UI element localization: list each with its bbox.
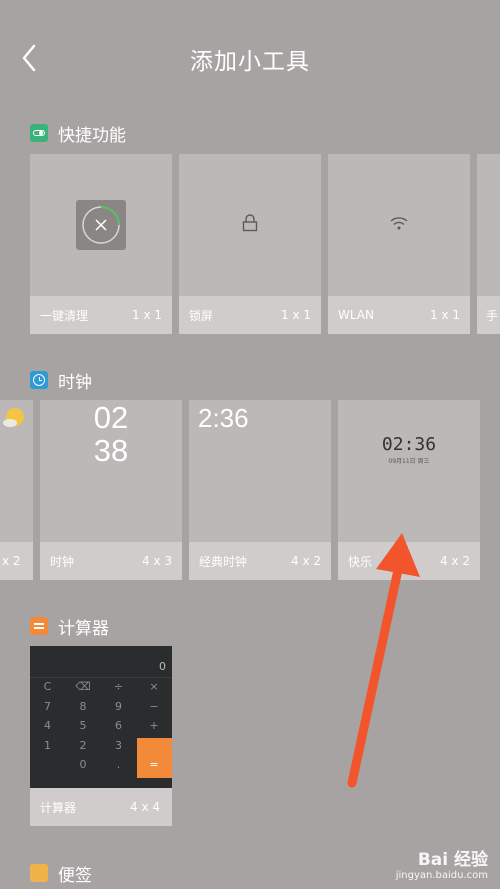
happy-clock-date: 09月11日 周三 [388,458,430,465]
top-bar: 添加小工具 [0,0,500,118]
widget-size: 4 x 3 [142,554,172,568]
widget-size: 4 x 4 [130,800,160,814]
widget-size: 1 x 1 [430,308,460,322]
calculator-key: 7 [44,699,51,713]
widget-footer: 计算器 4 x 4 [30,788,172,826]
widget-preview: 2:36 [189,400,331,542]
widget-preview [179,154,321,296]
clean-icon [76,200,126,250]
calculator-key: . [116,758,121,771]
calculator-key: 8 [79,699,87,713]
wifi-icon [390,217,408,230]
section-notes-header: 便签 [30,860,92,886]
page-title: 添加小工具 [190,49,310,75]
calculator-key: − [149,699,159,713]
widget-footer: 一键清理 1 x 1 [30,296,172,334]
calculator-key: ⌫ [75,680,91,693]
calculator-key: 1 [44,738,51,752]
widget-card-partial[interactable]: 手 [477,154,500,334]
calculator-key: = [149,758,159,771]
watermark: Bai 经验 jingyan.baidu.com [396,845,488,881]
widget-card-clock[interactable]: 02 38 时钟 4 x 3 [40,400,182,580]
calculator-key: ÷ [113,680,124,693]
widget-footer: WLAN 1 x 1 [328,296,470,334]
toggle-icon [30,124,48,142]
widget-card-weather-partial[interactable]: x 2 [0,400,33,580]
calculator-key: 9 [115,699,122,713]
section-quick-header: 快捷功能 [30,120,126,146]
watermark-brand: Bai 经验 [417,850,488,870]
widget-card-clean[interactable]: 一键清理 1 x 1 [30,154,172,334]
calculator-key: 6 [115,719,122,732]
widget-preview: 02 38 [40,400,182,542]
classic-clock-time: 2:36 [198,403,249,433]
widget-size: x 2 [2,554,21,568]
widget-size: 4 x 2 [440,554,470,568]
widget-footer: 锁屏 1 x 1 [179,296,321,334]
section-quick-title: 快捷功能 [58,125,126,146]
widget-size: 4 x 2 [291,554,321,568]
calculator-icon [30,617,48,635]
widget-size: 1 x 1 [132,308,162,322]
widget-preview [30,154,172,296]
section-notes-title: 便签 [58,865,92,886]
calculator-key: + [149,719,159,732]
widget-size: 1 x 1 [281,308,311,322]
watermark-url: jingyan.baidu.com [395,870,488,881]
widget-footer: 经典时钟 4 x 2 [189,542,331,580]
weather-sun-icon [3,408,24,427]
calculator-key: × [149,680,159,693]
calculator-key: 5 [79,719,87,732]
calculator-key: 3 [115,738,122,752]
clock-hour: 02 [93,400,129,435]
widget-preview: 02:36 09月11日 周三 [338,400,480,542]
widget-card-lock[interactable]: 锁屏 1 x 1 [179,154,321,334]
widget-name: 时钟 [50,554,75,569]
widget-name: 一键清理 [40,308,89,323]
calculator-key: 4 [44,719,51,732]
annotation-arrow [347,533,420,788]
widget-name: 计算器 [40,800,77,815]
widget-card-wlan[interactable]: WLAN 1 x 1 [328,154,470,334]
widget-name: WLAN [338,308,375,322]
calculator-display: 0 [159,660,166,673]
widget-name: 手 [486,308,499,323]
widget-card-calculator[interactable]: 0 C ⌫ ÷ × 7 8 9 − 4 5 6 +1 2 3 0. = 计算器 4 x 4 [30,646,172,826]
clock-minute: 38 [93,433,129,468]
notes-icon [30,864,48,882]
section-clock-header: 时钟 [30,367,92,393]
widget-preview [0,400,33,542]
calculator-preview: 0 C ⌫ ÷ × 7 8 9 − 4 5 6 +1 2 3 0. = [30,646,172,778]
widget-name: 经典时钟 [199,554,248,569]
happy-clock-time: 02:36 [381,434,437,455]
lock-icon [242,214,258,232]
calculator-key: 0 [79,758,87,771]
widget-name: 锁屏 [189,308,214,323]
calculator-key: 2 [79,738,87,752]
section-calculator-header: 计算器 [30,613,109,639]
widget-footer: 时钟 4 x 3 [40,542,182,580]
section-clock-title: 时钟 [58,372,92,393]
widget-card-classic-clock[interactable]: 2:36 经典时钟 4 x 2 [189,400,331,580]
section-calculator-title: 计算器 [58,618,109,639]
widget-footer: 手 [477,296,500,334]
calculator-key: C [43,680,52,693]
widget-footer: x 2 [0,542,33,580]
clock-icon [30,371,48,389]
widget-preview [328,154,470,296]
